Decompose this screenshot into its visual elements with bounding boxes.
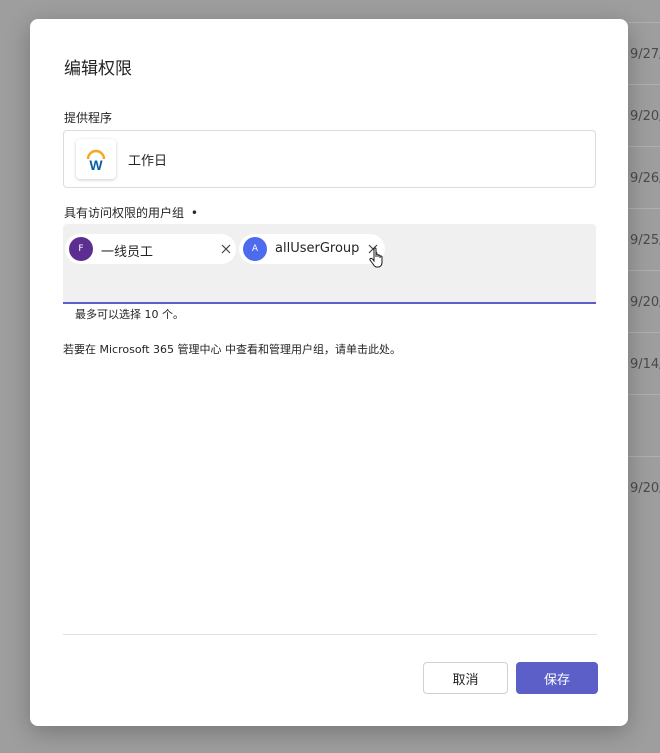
group-chip-name: allUserGroup xyxy=(275,241,360,256)
background-row xyxy=(628,394,660,456)
provider-label: 提供程序 xyxy=(64,111,113,125)
workday-logo-letter: W xyxy=(89,157,103,173)
user-group-picker[interactable]: F 一线员工 A allUserGroup xyxy=(63,224,596,304)
provider-field: W 工作日 xyxy=(63,130,596,188)
provider-name: 工作日 xyxy=(128,154,168,169)
save-button[interactable]: 保存 xyxy=(516,662,598,694)
group-chip-name: 一线员工 xyxy=(101,245,154,260)
groups-label: 具有访问权限的用户组 • xyxy=(64,204,198,221)
admin-center-info[interactable]: 若要在 Microsoft 365 管理中心 中查看和管理用户组，请单击此处。 xyxy=(63,341,401,357)
workday-logo-icon: W xyxy=(76,139,116,179)
edit-permissions-dialog: 编辑权限 提供程序 W 工作日 具有访问权限的用户组 • F 一线员工 A al… xyxy=(30,19,628,726)
footer-divider xyxy=(63,634,597,635)
background-date: 9/14/ xyxy=(630,357,660,372)
background-date: 9/25/ xyxy=(630,233,660,248)
background-row: 9/27/ xyxy=(628,22,660,84)
background-date: 9/20/ xyxy=(630,481,660,496)
background-row: 9/20/ xyxy=(628,84,660,146)
background-date: 9/20/ xyxy=(630,109,660,124)
avatar: F xyxy=(69,237,93,261)
background-row: 9/20/ xyxy=(628,456,660,518)
background-row: 9/26/ xyxy=(628,146,660,208)
background-date: 9/20/ xyxy=(630,295,660,310)
groups-label-text: 具有访问权限的用户组 xyxy=(64,206,185,220)
required-marker: • xyxy=(190,206,198,220)
remove-group-icon[interactable] xyxy=(218,241,234,257)
background-row: 9/14/ xyxy=(628,332,660,394)
group-chip: F 一线员工 xyxy=(65,234,236,264)
cancel-button[interactable]: 取消 xyxy=(423,662,508,694)
background-date: 9/27/ xyxy=(630,47,660,62)
background-date: 9/26/ xyxy=(630,171,660,186)
avatar: A xyxy=(243,237,267,261)
background-row: 9/20/ xyxy=(628,270,660,332)
dialog-title: 编辑权限 xyxy=(64,59,132,79)
hand-cursor-icon xyxy=(369,247,387,269)
group-chip: A allUserGroup xyxy=(239,234,385,264)
max-selection-hint: 最多可以选择 10 个。 xyxy=(75,308,184,321)
background-row: 9/25/ xyxy=(628,208,660,270)
